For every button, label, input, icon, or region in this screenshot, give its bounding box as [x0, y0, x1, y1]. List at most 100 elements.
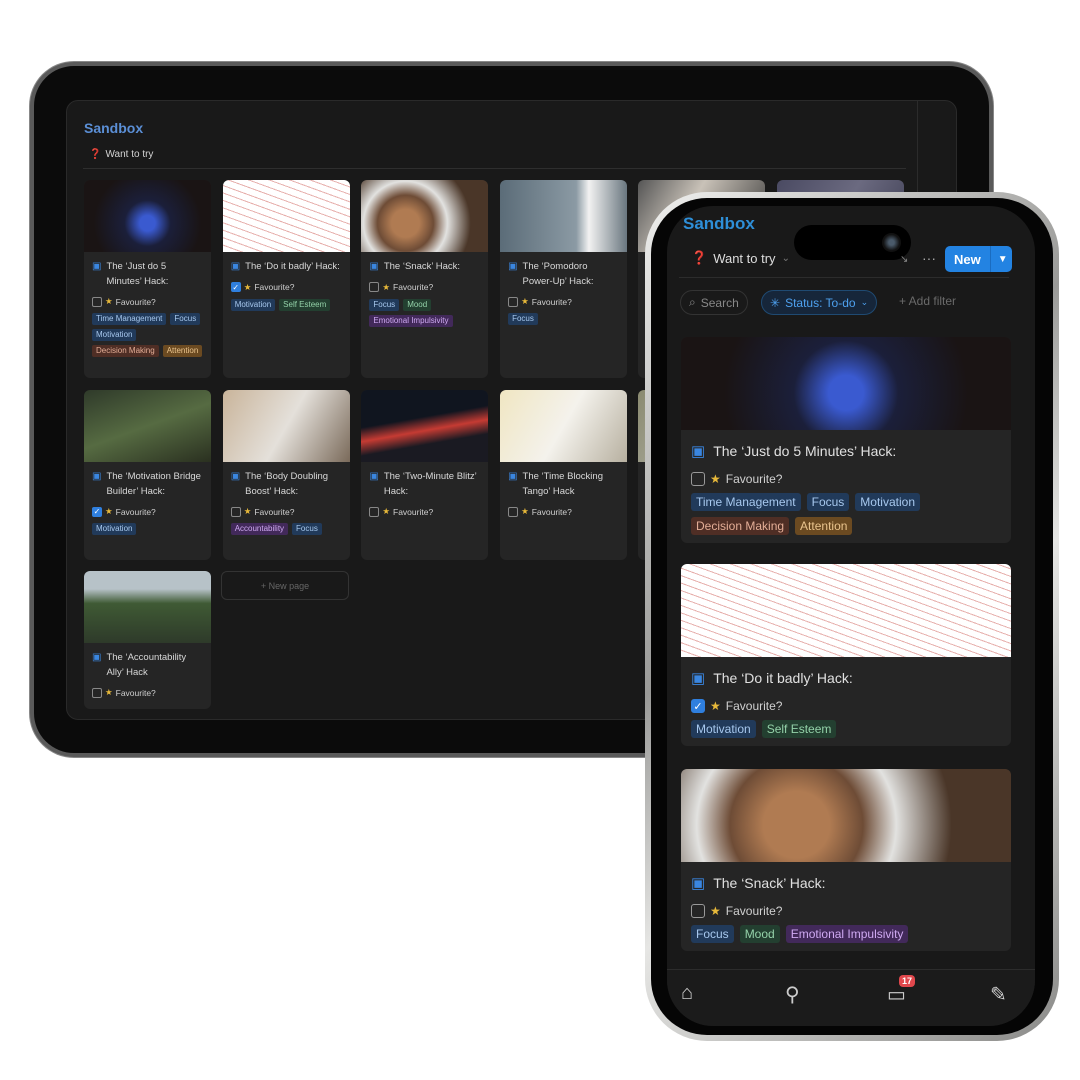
star-icon: ★ [243, 281, 252, 292]
favourite-checkbox[interactable]: ✓ [92, 506, 102, 517]
tag-orange: Attention [795, 517, 853, 535]
view-selector[interactable]: ❓ Want to try ⌄ [691, 250, 790, 266]
tag-blue: Time Management [92, 313, 167, 325]
star-icon: ★ [710, 904, 721, 918]
view-label: Want to try [713, 250, 776, 266]
expand-arrow-icon[interactable]: ↘ [900, 254, 908, 265]
favourite-label: Favourite? [115, 506, 156, 517]
favourite-checkbox[interactable] [691, 904, 705, 918]
tag-green: Mood [403, 298, 432, 311]
gallery-card[interactable]: ▣ The ‘Snack’ Hack: ★ Favourite? Focus Mood… [361, 180, 489, 378]
card-cover-image [222, 390, 350, 462]
favourite-checkbox[interactable] [92, 687, 102, 698]
card-cover-image [222, 180, 350, 252]
tag-purple: Emotional Impulsivity [785, 925, 909, 943]
new-page-button[interactable]: + New page [221, 571, 349, 600]
favourite-checkbox[interactable] [508, 506, 519, 517]
dynamic-island [794, 225, 911, 260]
new-button-label: New [954, 251, 981, 267]
tag-blue: Focus [806, 493, 850, 511]
favourite-checkbox[interactable] [508, 296, 519, 307]
favourite-label: Favourite? [254, 282, 295, 292]
favourite-checkbox[interactable] [92, 296, 102, 307]
tag-blue: Motivation [230, 298, 276, 311]
home-icon[interactable]: ⌂ [681, 982, 693, 1005]
star-icon: ★ [710, 472, 721, 486]
card-title: The ‘Motivation Bridge Builder’ Hack: [106, 471, 201, 497]
chip-icon: ▣ [92, 652, 102, 663]
gallery-card[interactable]: ▣ The ‘Pomodoro Power-Up’ Hack: ★ Favourit… [500, 180, 628, 378]
tag-blue: Motivation [92, 523, 137, 535]
favourite-checkbox[interactable] [691, 472, 705, 486]
gallery-card[interactable]: ▣ The ‘Just do 5 Minutes’ Hack: ★ Favourit… [84, 180, 211, 378]
star-icon: ★ [521, 296, 529, 306]
favourite-label: Favourite? [531, 296, 572, 307]
tag-blue: Motivation [691, 720, 756, 738]
chip-icon: ▣ [508, 261, 518, 272]
chevron-down-icon: ⌄ [781, 252, 790, 264]
chevron-down-icon[interactable]: ▼ [989, 246, 1015, 272]
search-icon[interactable]: ⚲ [785, 982, 800, 1007]
add-filter-button[interactable]: + Add filter [899, 294, 956, 308]
favourite-checkbox[interactable]: ✓ [691, 699, 705, 713]
card-title: The ‘Snack’ Hack: [383, 261, 461, 272]
page-title: Sandbox [84, 120, 144, 136]
tag-brown: Decision Making [691, 517, 790, 535]
gallery-card[interactable]: ▣ The ‘Body Doubling Boost’ Hack: ★ Favour… [222, 390, 350, 560]
bottom-nav: ⌂ ⚲ ▭ 17 ✎ [667, 969, 1035, 1026]
card-cover-image [84, 571, 211, 643]
card-title: The ‘Do it badly’ Hack: [713, 670, 853, 686]
chip-icon: ▣ [691, 670, 706, 687]
gallery-card[interactable]: ▣ The ‘Motivation Bridge Builder’ Hack: ✓… [84, 390, 211, 560]
favourite-label: Favourite? [531, 506, 572, 517]
favourite-checkbox[interactable] [230, 506, 241, 517]
phone-screen: Sandbox ❓ Want to try ⌄ ↘ ··· New ▼ ⌕ Search… [667, 206, 1035, 1026]
card-title: The ‘Just do 5 Minutes’ Hack: [106, 261, 169, 287]
status-todo-icon: ✳ [770, 295, 781, 310]
card-title: The ‘Do it badly’ Hack: [245, 261, 340, 272]
favourite-checkbox[interactable]: ✓ [230, 282, 241, 292]
status-filter-chip[interactable]: ✳ Status: To-do ⌄ [761, 290, 878, 315]
search-button[interactable]: ⌕ Search [680, 290, 748, 315]
tag-green: Self Esteem [279, 298, 331, 311]
favourite-label: Favourite? [393, 506, 434, 517]
view-tab-want-to-try[interactable]: ❓ Want to try [89, 149, 153, 160]
card-cover-image [361, 390, 489, 462]
star-icon: ★ [105, 296, 113, 306]
chevron-down-icon: ⌄ [860, 297, 869, 307]
tag-purple: Accountability [230, 523, 289, 535]
chip-icon: ▣ [369, 261, 379, 272]
divider [83, 168, 906, 169]
card-title: The ‘Accountability Ally’ Hack [106, 652, 187, 678]
card-cover-image [500, 180, 628, 252]
new-button[interactable]: New ▼ [945, 246, 1012, 272]
gallery-card[interactable]: ▣ The ‘Time Blocking Tango’ Hack ★ Favouri… [500, 390, 628, 560]
gallery-card[interactable]: ▣ The ‘Accountability Ally’ Hack ★ Favouri… [84, 571, 211, 709]
tag-blue: Motivation [92, 329, 137, 341]
tag-blue: Time Management [691, 493, 801, 511]
search-icon: ⌕ [689, 295, 696, 309]
card-title: The ‘Body Doubling Boost’ Hack: [245, 471, 329, 497]
tag-blue: Focus [691, 925, 734, 943]
chip-icon: ▣ [230, 261, 241, 272]
more-options-button[interactable]: ··· [922, 250, 936, 266]
gallery-card[interactable]: ▣ The ‘Two-Minute Blitz’ Hack: ★ Favourite… [361, 390, 489, 560]
favourite-label: Favourite? [115, 687, 156, 698]
gallery-card[interactable]: ▣ The ‘Snack’ Hack: ★ Favourite? Focus Mood… [681, 769, 1011, 951]
chip-icon: ▣ [369, 471, 379, 482]
tag-brown: Decision Making [92, 345, 159, 357]
inbox-badge: 17 [899, 975, 916, 987]
favourite-label: Favourite? [725, 472, 783, 486]
favourite-checkbox[interactable] [369, 506, 380, 517]
star-icon: ★ [382, 281, 391, 292]
compose-icon[interactable]: ✎ [990, 982, 1007, 1007]
gallery-card[interactable]: ▣ The ‘Just do 5 Minutes’ Hack: ★ Favourit… [681, 337, 1011, 543]
gallery-card[interactable]: ▣ The ‘Do it badly’ Hack: ✓ ★ Favourite? Mo… [681, 564, 1011, 746]
favourite-checkbox[interactable] [369, 282, 380, 292]
gallery-card[interactable]: ▣ The ‘Do it badly’ Hack: ✓ ★ Favourite? Mo… [222, 180, 350, 378]
tag-orange: Attention [162, 345, 203, 357]
star-icon: ★ [243, 506, 252, 516]
divider [679, 277, 1009, 278]
chip-icon: ▣ [691, 875, 706, 892]
card-title: The ‘Pomodoro Power-Up’ Hack: [522, 261, 594, 287]
